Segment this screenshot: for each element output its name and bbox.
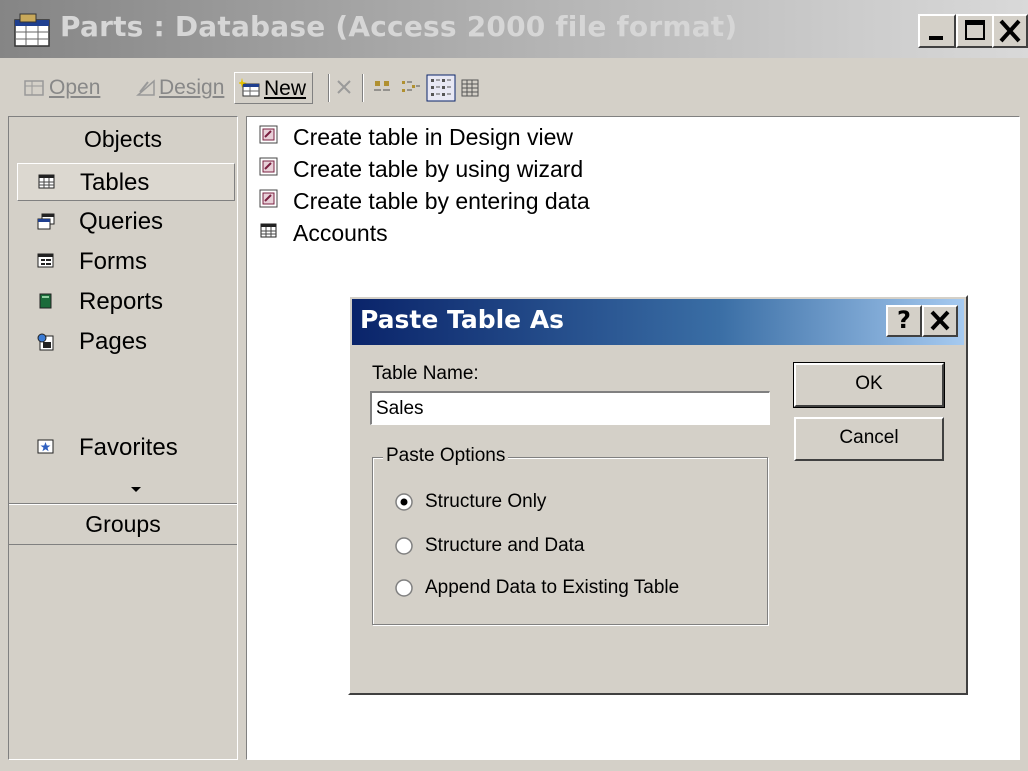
toolbar-separator: [328, 74, 330, 102]
table-name-input[interactable]: [370, 391, 770, 425]
radio-label: Structure and Data: [425, 535, 585, 556]
new-button[interactable]: New: [234, 72, 314, 104]
table-icon: [38, 174, 55, 189]
design-icon: [136, 79, 155, 96]
minimize-button[interactable]: [918, 14, 956, 48]
paste-options-group: Paste Options Structure Only Structure a…: [372, 445, 768, 625]
radio-unselected-icon: [395, 537, 413, 555]
radio-append-data[interactable]: Append Data to Existing Table: [395, 574, 679, 602]
list-item-entering-data[interactable]: Create table by entering data: [255, 185, 590, 217]
maximize-button[interactable]: [956, 14, 994, 48]
objects-item-label: Pages: [79, 328, 148, 355]
objects-bar: Objects Tables Queries Forms Reports Pag…: [8, 116, 238, 760]
list-item-label: Create table by using wizard: [293, 156, 584, 182]
form-icon: [37, 253, 54, 268]
details-view-icon[interactable]: [460, 78, 482, 98]
favorites-icon: [37, 439, 54, 454]
large-icons-view-icon[interactable]: [372, 78, 394, 98]
maximize-icon: [965, 20, 985, 40]
groups-item-label: Favorites: [79, 434, 178, 461]
database-window-icon: [14, 13, 50, 47]
window-title: Parts : Database (Access 2000 file forma…: [60, 10, 738, 43]
close-icon: [999, 19, 1021, 43]
objects-header[interactable]: Objects: [9, 119, 237, 159]
help-button[interactable]: ?: [886, 305, 922, 337]
new-table-icon: [237, 77, 260, 97]
more-objects-chevron-icon[interactable]: [129, 485, 143, 495]
objects-item-label: Tables: [80, 169, 150, 196]
objects-item-label: Reports: [79, 288, 164, 315]
objects-item-reports[interactable]: Reports: [17, 283, 235, 321]
dialog-title-bar[interactable]: Paste Table As ?: [352, 299, 964, 345]
ok-button[interactable]: OK: [793, 362, 945, 408]
delete-icon: [337, 80, 351, 94]
close-window-button[interactable]: [992, 14, 1028, 48]
list-item-label: Create table by entering data: [293, 188, 590, 214]
dialog-close-button[interactable]: [922, 305, 958, 337]
list-item-label: Create table in Design view: [293, 124, 573, 150]
paste-table-as-dialog: Paste Table As ? Table Name: OK Cancel P…: [348, 295, 968, 695]
radio-unselected-icon: [395, 579, 413, 597]
database-toolbar: Open Design New: [0, 64, 1028, 112]
objects-item-queries[interactable]: Queries: [17, 203, 235, 241]
open-icon: [24, 80, 44, 96]
list-item-design-view[interactable]: Create table in Design view: [255, 121, 573, 153]
dialog-title: Paste Table As: [360, 305, 565, 334]
groups-item-favorites[interactable]: Favorites: [17, 429, 235, 467]
small-icons-view-icon[interactable]: [400, 78, 422, 98]
radio-label: Append Data to Existing Table: [425, 577, 680, 598]
shortcut-icon: [259, 189, 278, 208]
list-item-label: Accounts: [293, 220, 388, 246]
table-name-label: Table Name:: [372, 363, 479, 385]
list-item-wizard[interactable]: Create table by using wizard: [255, 153, 583, 185]
radio-label: Structure Only: [425, 491, 547, 512]
delete-button[interactable]: [334, 72, 357, 104]
groups-header[interactable]: Groups: [9, 503, 237, 545]
design-button[interactable]: Design: [136, 72, 224, 104]
cancel-button[interactable]: Cancel: [794, 417, 944, 461]
minimize-icon: [929, 36, 943, 40]
table-name-label-text: Table Name:: [372, 363, 479, 384]
report-icon: [39, 293, 52, 309]
objects-item-label: Queries: [79, 208, 164, 235]
list-item-accounts[interactable]: Accounts: [255, 217, 388, 249]
radio-structure-and-data[interactable]: Structure and Data: [395, 532, 584, 560]
open-button[interactable]: Open: [24, 72, 100, 104]
page-icon: [37, 333, 54, 351]
radio-selected-icon: [395, 493, 413, 511]
radio-structure-only[interactable]: Structure Only: [395, 488, 546, 516]
window-title-bar[interactable]: Parts : Database (Access 2000 file forma…: [0, 0, 1028, 58]
objects-item-label: Forms: [79, 248, 147, 275]
table-icon: [260, 223, 277, 238]
objects-item-pages[interactable]: Pages: [17, 323, 235, 361]
open-label: Open: [49, 76, 101, 99]
new-label: New: [264, 77, 307, 100]
list-view-icon[interactable]: [426, 74, 456, 102]
paste-options-label: Paste Options: [383, 445, 509, 467]
shortcut-icon: [259, 157, 278, 176]
toolbar-separator: [362, 74, 364, 102]
objects-item-forms[interactable]: Forms: [17, 243, 235, 281]
shortcut-icon: [259, 125, 278, 144]
query-icon: [37, 213, 55, 230]
design-label: Design: [159, 76, 225, 99]
help-icon: ?: [897, 306, 911, 334]
close-icon: [930, 310, 950, 331]
objects-item-tables[interactable]: Tables: [17, 163, 235, 201]
